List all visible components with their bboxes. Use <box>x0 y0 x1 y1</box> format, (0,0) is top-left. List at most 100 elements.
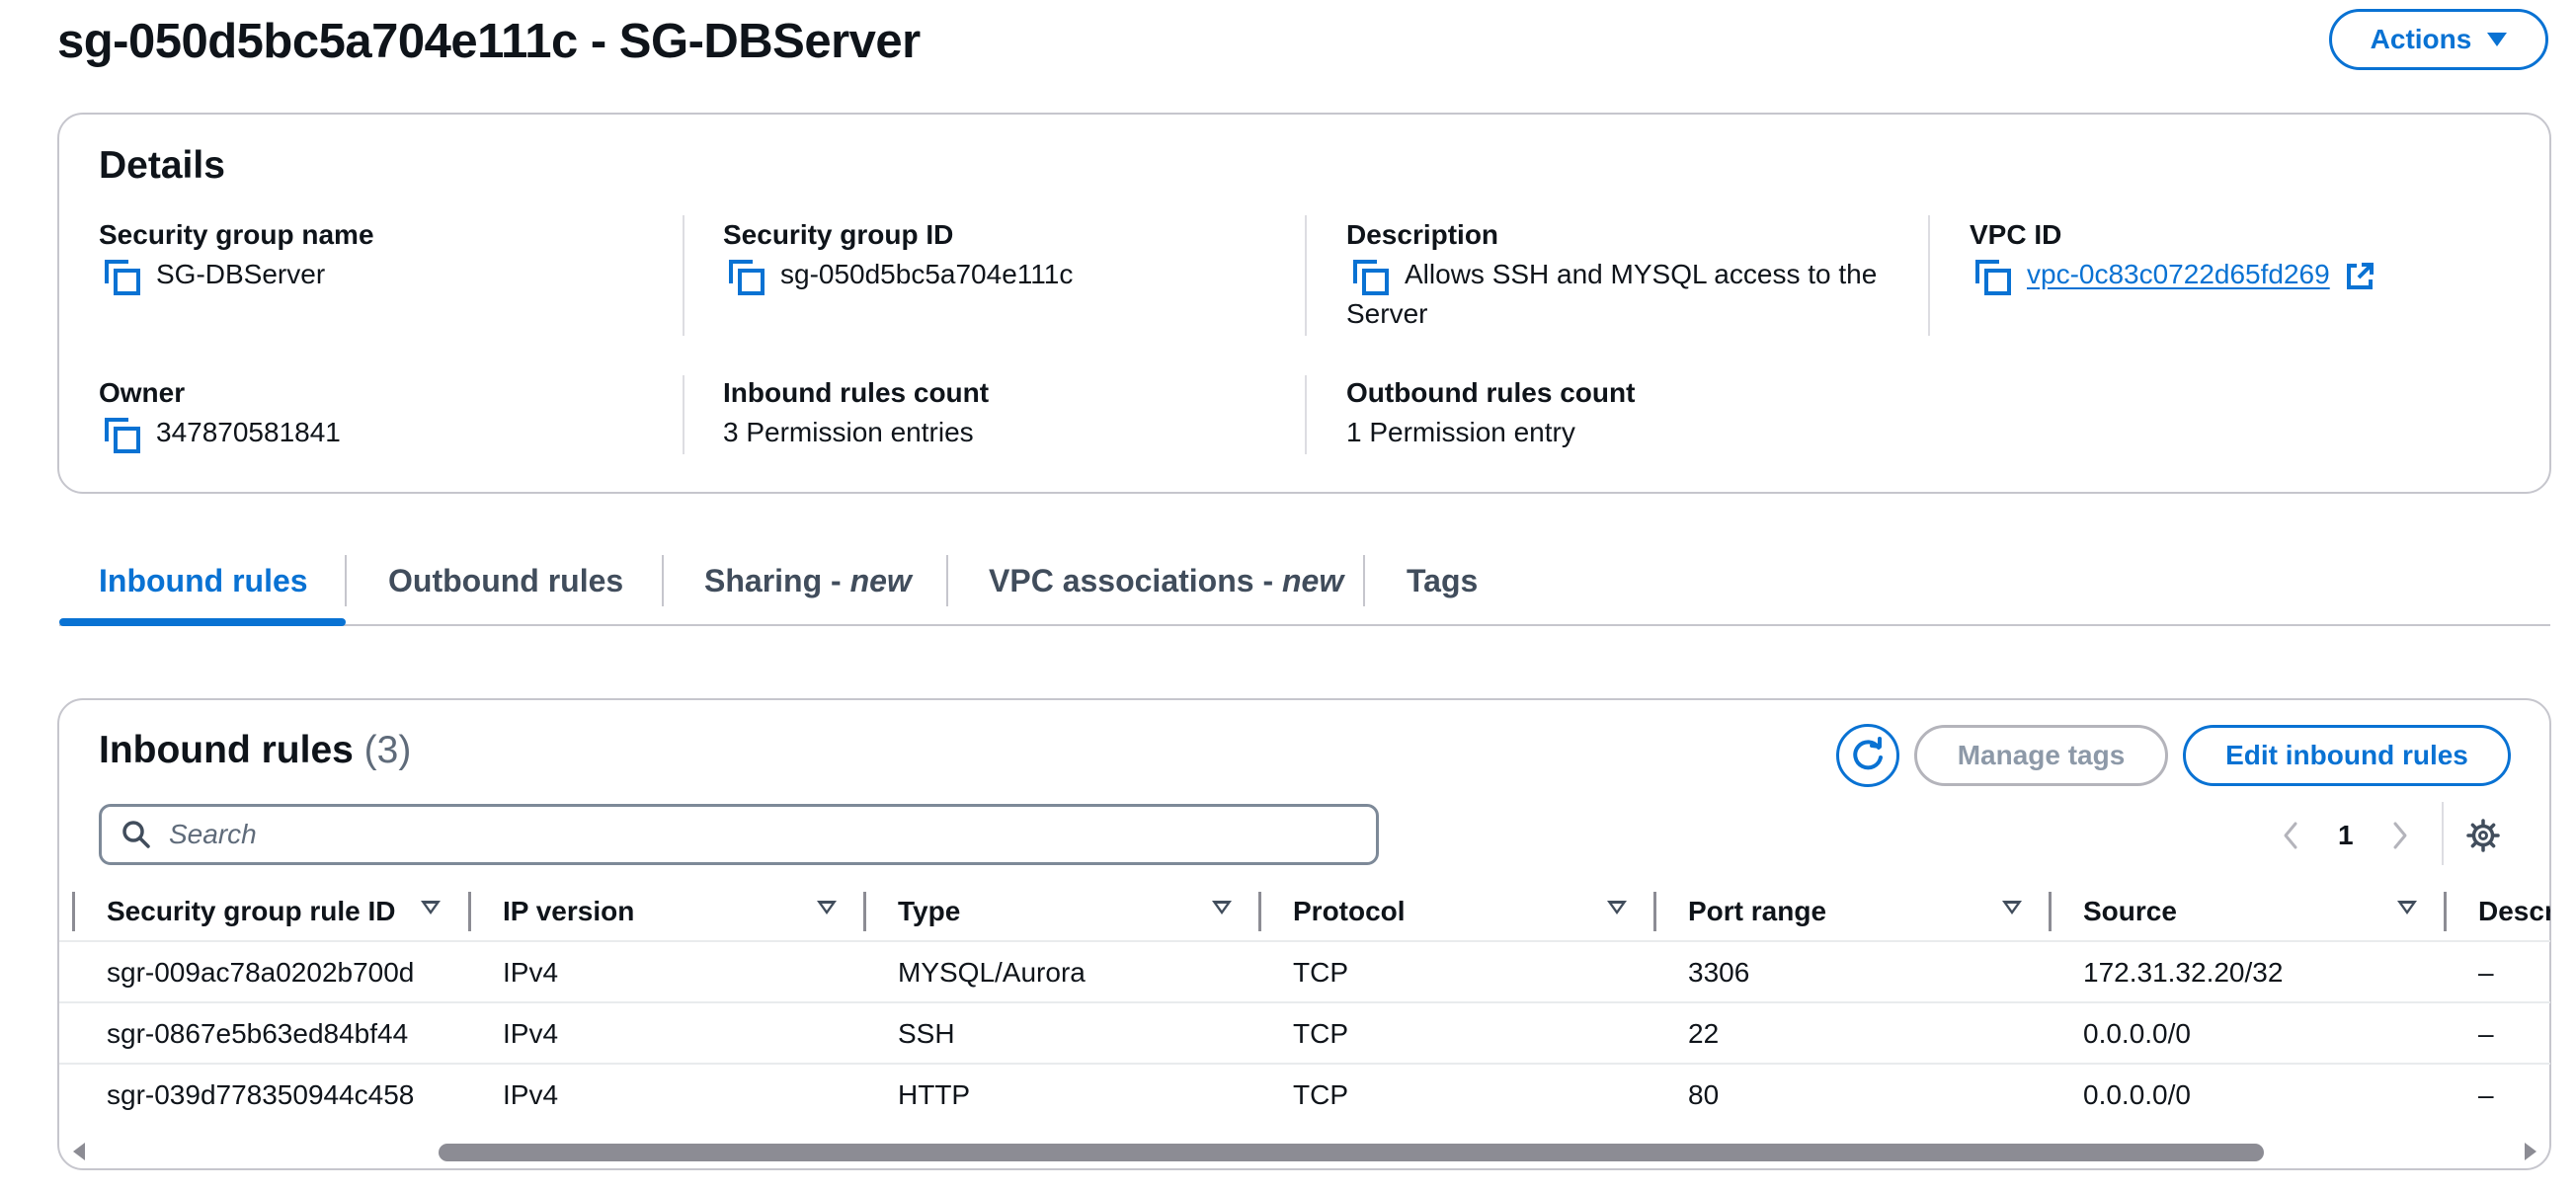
search-icon <box>122 821 150 848</box>
sort-icon[interactable] <box>2397 901 2417 914</box>
owner-label: Owner <box>99 377 186 408</box>
details-heading: Details <box>99 144 225 187</box>
tab-tags[interactable]: Tags <box>1407 553 1478 608</box>
divider <box>1928 215 1930 336</box>
description-value: Allows SSH and MYSQL access to the Serve… <box>1346 259 1878 329</box>
edit-inbound-rules-button[interactable]: Edit inbound rules <box>2183 725 2511 786</box>
cell-ip-version: IPv4 <box>503 1018 559 1049</box>
page-title: sg-050d5bc5a704e111c - SG-DBServer <box>57 15 921 68</box>
column-header-type[interactable]: Type <box>898 892 960 931</box>
table-row-divider <box>59 1001 2550 1003</box>
tab-label: Sharing - <box>704 563 850 598</box>
refresh-button[interactable] <box>1836 724 1899 787</box>
security-group-name-value: SG-DBServer <box>156 259 326 289</box>
copy-icon[interactable] <box>1353 259 1389 295</box>
security-group-name-field: SG-DBServer <box>105 255 326 295</box>
tab-vpc-associations[interactable]: VPC associations - new <box>989 553 1343 608</box>
tab-label: Inbound rules <box>99 563 308 598</box>
scrollbar-thumb[interactable] <box>439 1144 2264 1161</box>
external-link-icon[interactable] <box>2345 262 2375 291</box>
copy-icon[interactable] <box>1975 259 2011 295</box>
search-input[interactable] <box>167 818 1257 851</box>
outbound-rules-count-label: Outbound rules count <box>1346 377 1636 408</box>
tab-underline <box>59 624 2550 626</box>
copy-icon[interactable] <box>105 259 140 295</box>
column-resizer[interactable] <box>468 892 471 931</box>
tab-label: Tags <box>1407 563 1479 598</box>
refresh-icon <box>1853 737 1883 770</box>
page-number[interactable]: 1 <box>2338 816 2354 855</box>
scroll-right-icon[interactable] <box>2525 1143 2536 1160</box>
cell-description: – <box>2478 1018 2494 1049</box>
copy-icon[interactable] <box>729 259 765 295</box>
column-resizer[interactable] <box>1653 892 1656 931</box>
cell-rule-id: sgr-039d778350944c458 <box>107 1079 415 1110</box>
previous-page-button[interactable] <box>2271 816 2310 855</box>
actions-button[interactable]: Actions <box>2329 9 2548 70</box>
security-group-id-field: sg-050d5bc5a704e111c <box>729 255 1073 295</box>
description-field: Allows SSH and MYSQL access to the Serve… <box>1346 255 1899 334</box>
search-field[interactable] <box>99 804 1379 865</box>
sort-icon[interactable] <box>2002 901 2022 914</box>
column-header-source[interactable]: Source <box>2083 892 2177 931</box>
column-resizer[interactable] <box>1258 892 1261 931</box>
caret-down-icon <box>2487 33 2508 46</box>
column-header-port-range[interactable]: Port range <box>1688 892 1826 931</box>
cell-description: – <box>2478 957 2494 988</box>
column-resizer[interactable] <box>863 892 866 931</box>
security-group-name-label: Security group name <box>99 219 374 250</box>
tab-sharing[interactable]: Sharing - new <box>704 553 912 608</box>
copy-icon[interactable] <box>105 417 140 453</box>
divider <box>1305 375 1307 454</box>
column-header-description[interactable]: Descr <box>2478 892 2550 931</box>
column-resizer[interactable] <box>2444 892 2447 931</box>
sort-icon[interactable] <box>1212 901 1232 914</box>
actions-label: Actions <box>2370 24 2472 54</box>
cell-ip-version: IPv4 <box>503 957 559 988</box>
tab-outbound-rules[interactable]: Outbound rules <box>388 553 623 608</box>
settings-gear-icon <box>2466 819 2500 852</box>
sort-icon[interactable] <box>421 901 441 914</box>
column-resizer[interactable] <box>72 892 75 931</box>
column-header-rule-id[interactable]: Security group rule ID <box>107 892 396 931</box>
cell-port-range: 22 <box>1688 1018 1720 1049</box>
vpc-id-link[interactable]: vpc-0c83c0722d65fd269 <box>2027 259 2330 289</box>
cell-protocol: TCP <box>1293 1079 1348 1110</box>
tab-separator <box>345 555 347 606</box>
cell-source: 0.0.0.0/0 <box>2083 1079 2191 1110</box>
outbound-rules-count-value: 1 Permission entry <box>1346 417 1575 447</box>
column-header-protocol[interactable]: Protocol <box>1293 892 1406 931</box>
divider <box>1305 215 1307 336</box>
tab-separator <box>946 555 948 606</box>
table-header-divider <box>59 940 2550 942</box>
divider <box>683 215 684 336</box>
column-header-ip-version[interactable]: IP version <box>503 892 634 931</box>
next-page-button[interactable] <box>2380 816 2420 855</box>
column-resizer[interactable] <box>2049 892 2052 931</box>
cell-type: MYSQL/Aurora <box>898 957 1086 988</box>
cell-description: – <box>2478 1079 2494 1110</box>
cell-source: 172.31.32.20/32 <box>2083 957 2284 988</box>
tab-separator <box>662 555 664 606</box>
cell-rule-id: sgr-009ac78a0202b700d <box>107 957 415 988</box>
scroll-left-icon[interactable] <box>73 1143 85 1160</box>
chevron-right-icon <box>2393 822 2407 849</box>
tab-separator <box>1363 555 1365 606</box>
tab-inbound-rules[interactable]: Inbound rules <box>99 553 308 608</box>
security-group-id-label: Security group ID <box>723 219 954 250</box>
sort-icon[interactable] <box>1607 901 1627 914</box>
cell-protocol: TCP <box>1293 1018 1348 1049</box>
inbound-rules-title: Inbound rules <box>99 729 354 771</box>
sort-icon[interactable] <box>817 901 837 914</box>
inbound-rules-heading: Inbound rules (3) <box>99 729 411 772</box>
tab-active-indicator <box>59 618 346 626</box>
preferences-button[interactable] <box>2463 816 2503 855</box>
chevron-left-icon <box>2284 822 2297 849</box>
tab-new-badge: new <box>849 563 912 598</box>
vpc-id-label: VPC ID <box>1970 219 2062 250</box>
cell-source: 0.0.0.0/0 <box>2083 1018 2191 1049</box>
cell-port-range: 3306 <box>1688 957 1750 988</box>
manage-tags-button[interactable]: Manage tags <box>1914 725 2168 786</box>
tab-new-badge: new <box>1281 563 1344 598</box>
manage-tags-label: Manage tags <box>1957 740 2126 770</box>
